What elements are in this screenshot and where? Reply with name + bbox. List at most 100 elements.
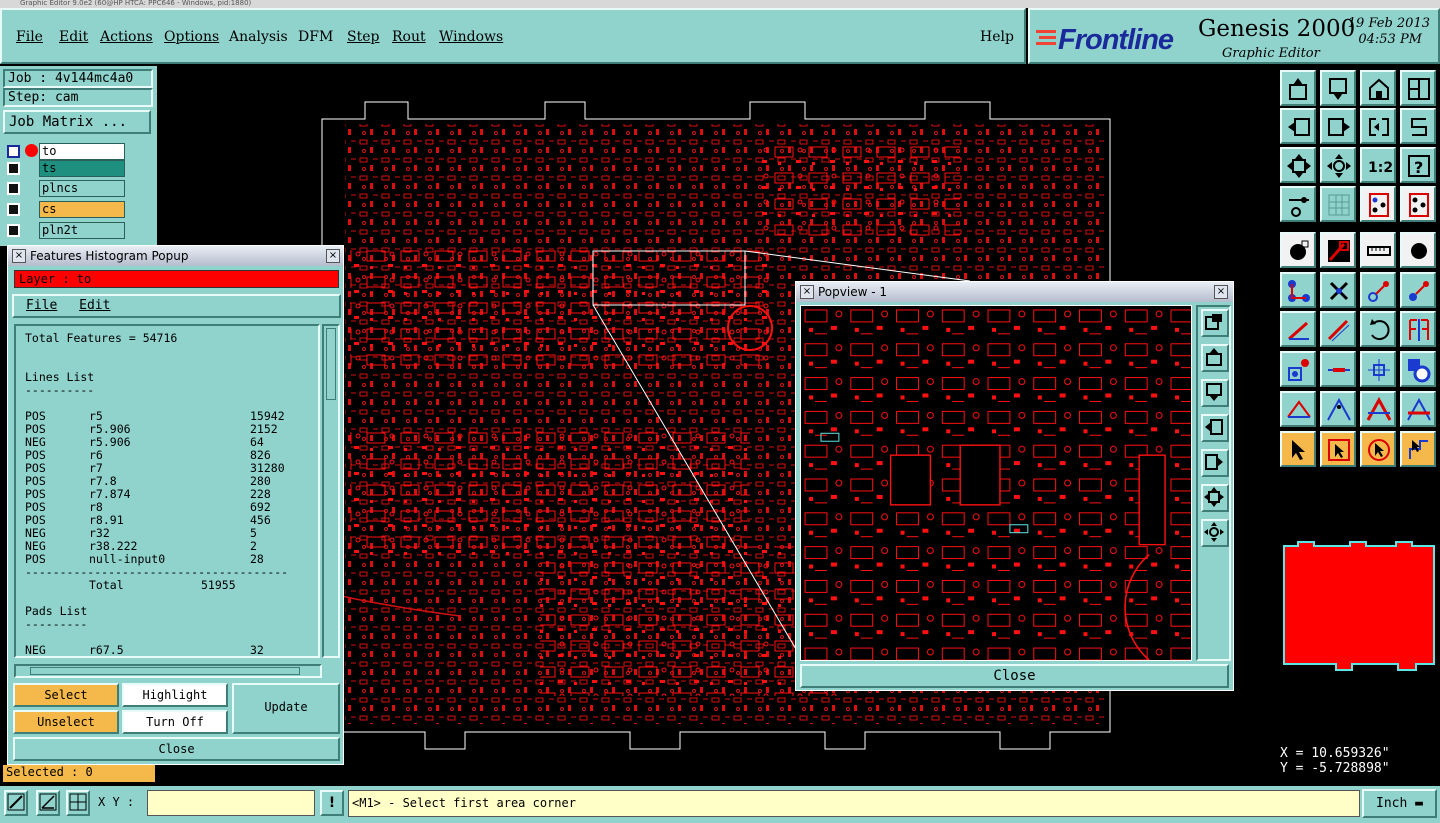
layer-name[interactable]: cs [39, 201, 125, 218]
highlight-button[interactable]: Highlight [122, 683, 228, 707]
zoom-in-icon[interactable] [1201, 519, 1229, 547]
connect-icon[interactable] [1280, 272, 1316, 308]
histogram-row[interactable]: POS r8 692 [25, 501, 318, 514]
menu-dfm[interactable]: DFM [298, 29, 333, 45]
drc-arc-icon[interactable] [1360, 391, 1396, 427]
snap-icon[interactable] [1360, 186, 1396, 222]
menu-help[interactable]: Help [980, 29, 1014, 45]
layer-row-ts[interactable]: ts [5, 160, 125, 177]
select-circle-icon[interactable] [1360, 431, 1396, 467]
layer-checkbox[interactable] [7, 145, 20, 158]
layer-checkbox[interactable] [7, 182, 20, 195]
pad-icon[interactable] [1280, 232, 1316, 268]
measure-icon[interactable] [4, 790, 28, 816]
layer-checkbox[interactable] [7, 203, 20, 216]
menu-step[interactable]: Step [347, 29, 379, 45]
menu-options[interactable]: Options [164, 29, 219, 45]
scale-icon[interactable]: 1:2 [1360, 147, 1396, 183]
home-icon[interactable] [1360, 70, 1396, 106]
drc-line-icon[interactable] [1280, 391, 1316, 427]
pan-right-icon[interactable] [1201, 449, 1229, 477]
layer-checkbox[interactable] [7, 224, 20, 237]
split-view-icon[interactable] [1400, 70, 1436, 106]
menu-actions[interactable]: Actions [100, 29, 153, 45]
add-pad-icon[interactable] [1280, 351, 1316, 387]
menu-analysis[interactable]: Analysis [229, 29, 288, 45]
histogram-row[interactable]: NEG r38.222 2 [25, 540, 318, 553]
snap-grid-icon[interactable] [66, 790, 90, 816]
edit-shape-icon[interactable] [1320, 232, 1356, 268]
histogram-row[interactable]: POS r8.91 456 [25, 514, 318, 527]
layer-name[interactable]: plncs [39, 180, 125, 197]
line-edit-icon[interactable] [1320, 311, 1356, 347]
xy-input[interactable] [147, 790, 315, 816]
histogram-titlebar[interactable]: × Features Histogram Popup × [8, 246, 343, 266]
horizontal-scrollbar[interactable] [14, 664, 322, 678]
menu-windows[interactable]: Windows [439, 29, 503, 45]
update-button[interactable]: Update [232, 683, 340, 734]
mirror-icon[interactable] [1360, 108, 1396, 144]
copy-icon[interactable] [1400, 272, 1436, 308]
pan-right-icon[interactable] [1320, 108, 1356, 144]
popview-close-button[interactable]: Close [800, 664, 1229, 688]
scroll-thumb[interactable] [326, 328, 336, 400]
histogram-row[interactable]: POS r7.8 280 [25, 475, 318, 488]
turn-off-button[interactable]: Turn Off [122, 710, 228, 734]
layer-row-pln2t[interactable]: pln2t [5, 222, 125, 239]
layer-row-to[interactable]: to [5, 143, 125, 160]
histogram-close-button[interactable]: Close [13, 737, 340, 761]
histogram-row[interactable]: NEG r32 5 [25, 527, 318, 540]
layer-name[interactable]: pln2t [39, 222, 125, 239]
layer-name[interactable]: to [39, 143, 125, 160]
ruler-icon[interactable] [1360, 232, 1396, 268]
menu-file[interactable]: File [16, 29, 43, 45]
move-icon[interactable] [1360, 272, 1396, 308]
redraw-icon[interactable] [1400, 108, 1436, 144]
snap-center-icon[interactable] [1400, 186, 1436, 222]
pan-up-icon[interactable] [1201, 344, 1229, 372]
popview-titlebar[interactable]: × Popview - 1 × [796, 282, 1233, 302]
menu-edit[interactable]: Edit [59, 29, 88, 45]
histogram-menu-edit[interactable]: Edit [79, 298, 110, 313]
window-menu-icon[interactable]: × [800, 285, 814, 299]
vertical-scrollbar[interactable] [322, 324, 340, 658]
drc-span-icon[interactable] [1400, 391, 1436, 427]
histogram-row[interactable]: POS r7.874 228 [25, 488, 318, 501]
stretch-icon[interactable] [1320, 351, 1356, 387]
histogram-row[interactable]: NEG r67.5 32 [25, 644, 318, 657]
window-menu-icon[interactable]: × [12, 249, 26, 263]
histogram-row[interactable]: NEG r5.906 64 [25, 436, 318, 449]
circle-pad-icon[interactable] [1400, 232, 1436, 268]
zoom-up-icon[interactable] [1280, 70, 1316, 106]
select-pointer-icon[interactable] [1280, 431, 1316, 467]
zoom-out-icon[interactable] [1201, 484, 1229, 512]
close-icon[interactable]: × [326, 249, 340, 263]
angle-icon[interactable] [36, 790, 60, 816]
zoom-center-icon[interactable] [1320, 147, 1356, 183]
layer-row-cs[interactable]: cs [5, 201, 125, 218]
unselect-button[interactable]: Unselect [13, 710, 119, 734]
drc-peak-icon[interactable] [1320, 391, 1356, 427]
warning-icon[interactable]: ! [320, 790, 344, 816]
line-icon[interactable] [1280, 311, 1316, 347]
select-box-icon[interactable] [1320, 431, 1356, 467]
select-button[interactable]: Select [13, 683, 119, 707]
layer-checkbox[interactable] [7, 162, 20, 175]
units-dropdown[interactable]: Inch ▬ [1362, 789, 1437, 818]
histogram-row[interactable]: POS r7 31280 [25, 462, 318, 475]
layer-row-plncs[interactable]: plncs [5, 180, 125, 197]
rotate-icon[interactable] [1360, 311, 1396, 347]
grid-icon[interactable] [1320, 186, 1356, 222]
histogram-menu-file[interactable]: File [26, 298, 57, 313]
pan-down-icon[interactable] [1201, 379, 1229, 407]
tool-settings-icon[interactable] [1280, 186, 1316, 222]
close-icon[interactable]: × [1214, 285, 1228, 299]
group-icon[interactable] [1400, 351, 1436, 387]
histogram-row[interactable]: POS r5.906 2152 [25, 423, 318, 436]
help-icon[interactable]: ? [1400, 147, 1436, 183]
board-minimap[interactable] [1278, 540, 1438, 672]
resize-icon[interactable] [1360, 351, 1396, 387]
popview-canvas[interactable] [800, 305, 1192, 661]
fit-all-icon[interactable] [1280, 147, 1316, 183]
zoom-window-icon[interactable] [1201, 309, 1229, 337]
